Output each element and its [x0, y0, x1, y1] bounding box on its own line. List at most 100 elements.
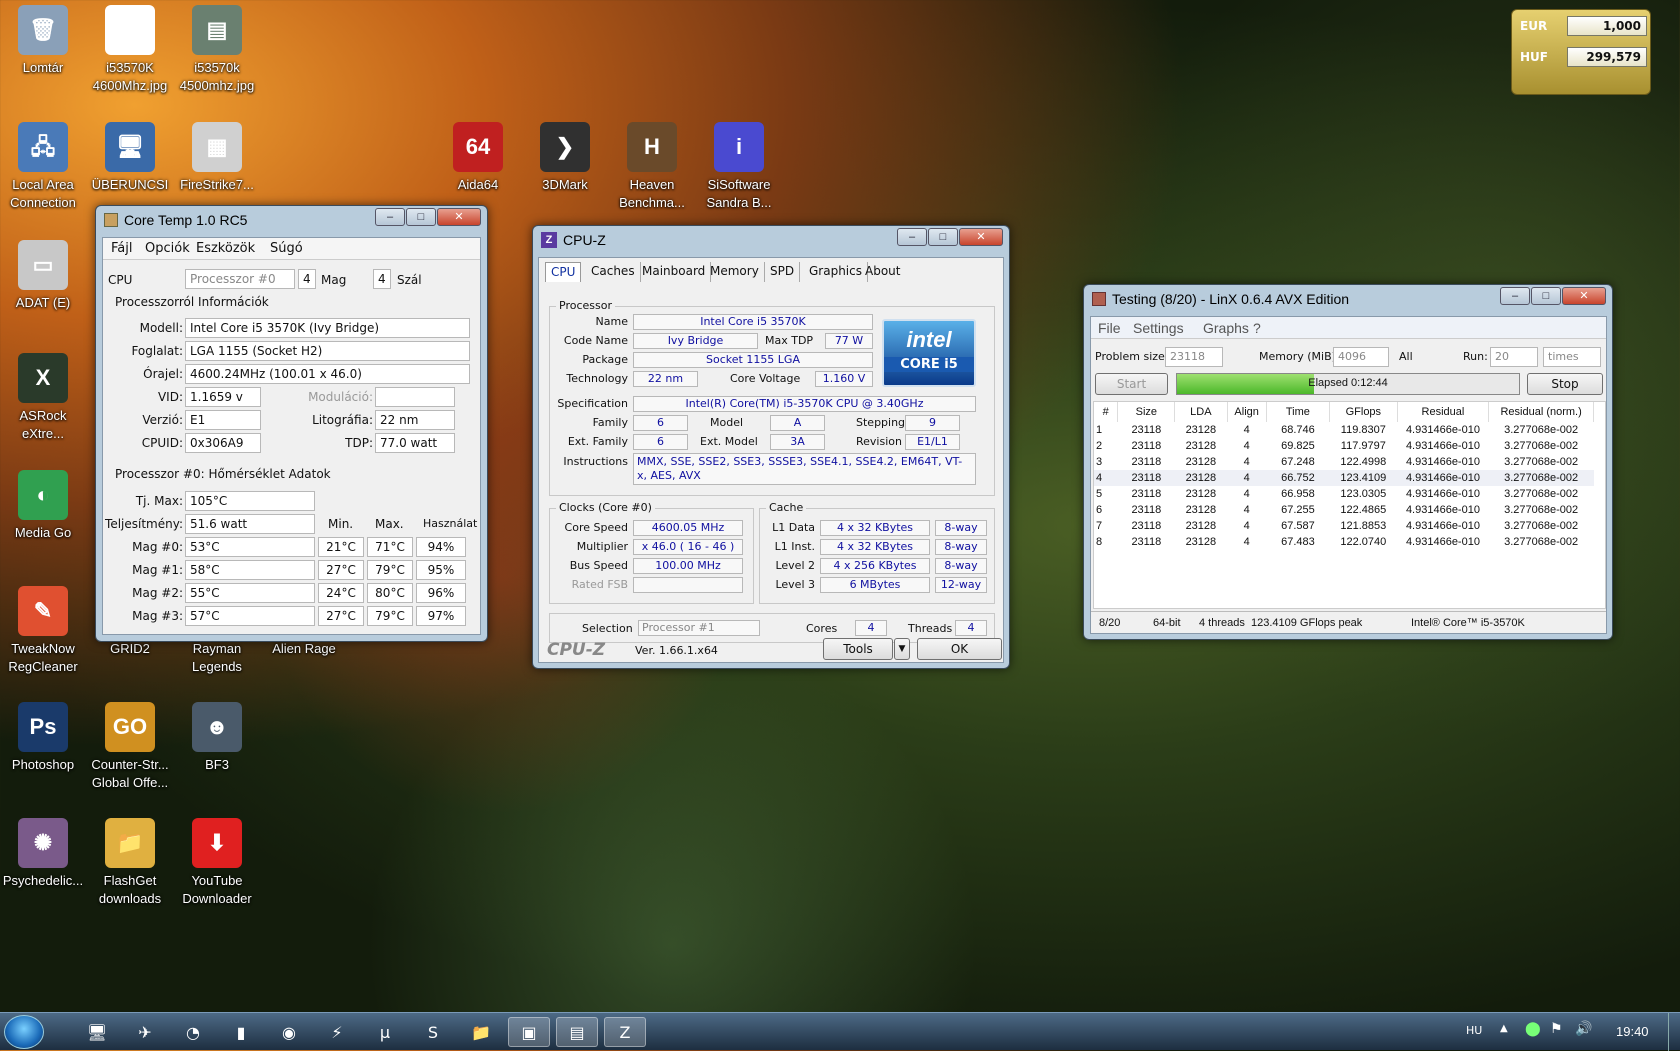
clock[interactable]: 19:40 — [1616, 1024, 1649, 1039]
column-header[interactable]: # — [1094, 402, 1119, 422]
processor-select[interactable]: Processzor #0 — [185, 269, 295, 289]
desktop-icon-label: Alien Rage — [272, 641, 336, 656]
maximize-button[interactable]: □ — [928, 228, 958, 246]
show-desktop-button[interactable] — [1668, 1013, 1680, 1051]
tab-cpu[interactable]: CPU — [545, 262, 582, 282]
coretemp-titlebar[interactable]: Core Temp 1.0 RC5 – □ ✕ — [96, 206, 487, 234]
column-header[interactable]: GFlops — [1329, 402, 1398, 422]
column-header[interactable]: Residual (norm.) — [1488, 402, 1594, 422]
column-header[interactable]: Align — [1227, 402, 1267, 422]
desktop-icon[interactable]: 🗑 Lomtár — [0, 5, 86, 77]
volume-tray-icon[interactable]: 🔊 — [1575, 1021, 1592, 1037]
table-row[interactable]: 2 23118 23128 4 69.825 117.9797 4.931466e-010 3… — [1094, 438, 1594, 454]
desktop-icon[interactable]: ▤ i53570k 4500mhz.jpg — [174, 5, 260, 95]
table-row[interactable]: 6 23118 23128 4 67.255 122.4865 4.931466e-010 3… — [1094, 502, 1594, 518]
start-button[interactable]: Start — [1095, 373, 1168, 395]
problem-size-input[interactable]: 23118 — [1165, 347, 1223, 367]
desktop-icon[interactable]: 🖧 Local Area Connection — [0, 122, 86, 212]
desktop-icon[interactable]: ▤ i53570K 4600Mhz.jpg — [87, 5, 173, 95]
desktop-icon[interactable]: Ps Photoshop — [0, 702, 86, 774]
explorer-icon[interactable]: 📁 — [460, 1017, 502, 1047]
desktop-icon[interactable]: ◐ Media Go — [0, 470, 86, 542]
linx-titlebar[interactable]: Testing (8/20) - LinX 0.6.4 AVX Edition … — [1084, 285, 1612, 313]
desktop-icon[interactable]: ▭ ADAT (E) — [0, 240, 86, 312]
chrome-icon[interactable]: ◉ — [268, 1017, 310, 1047]
desktop-icon[interactable]: 64 Aida64 — [435, 122, 521, 194]
computer-icon[interactable]: 🖥 — [76, 1017, 118, 1047]
huf-label[interactable]: HUF — [1520, 50, 1548, 64]
column-header[interactable]: Residual — [1397, 402, 1490, 422]
eur-label[interactable]: EUR — [1520, 19, 1547, 33]
tab-spd[interactable]: SPD — [765, 262, 801, 282]
menu-options[interactable]: Opciók — [145, 241, 190, 256]
maximize-button[interactable]: □ — [406, 208, 436, 226]
ok-button[interactable]: OK — [917, 638, 1002, 660]
menu-graphs[interactable]: Graphs — [1203, 320, 1249, 336]
menu-tools[interactable]: Eszközök — [196, 241, 255, 256]
column-header[interactable]: Time — [1266, 402, 1331, 422]
table-row[interactable]: 1 23118 23128 4 68.746 119.8307 4.931466e-010 3… — [1094, 422, 1594, 438]
minimize-button[interactable]: – — [375, 208, 405, 226]
coretemp-icon[interactable]: ▣ — [508, 1017, 550, 1047]
minimize-button[interactable]: – — [897, 228, 927, 246]
close-button[interactable]: ✕ — [437, 208, 481, 226]
tools-dropdown-arrow[interactable]: ▼ — [894, 638, 910, 660]
column-header[interactable]: LDA — [1174, 402, 1228, 422]
column-header[interactable]: Size — [1117, 402, 1176, 422]
selection-dropdown[interactable]: Processor #1 — [638, 620, 760, 636]
desktop-icon[interactable]: 🖥 ÜBERUNCSI — [87, 122, 173, 194]
network-tray-icon[interactable]: ⬤ — [1525, 1021, 1541, 1037]
desktop-icon[interactable]: ✺ Psychedelic... — [0, 818, 86, 890]
table-row[interactable]: 7 23118 23128 4 67.587 121.8853 4.931466e-010 3… — [1094, 518, 1594, 534]
winamp-icon[interactable]: ⚡ — [316, 1017, 358, 1047]
language-indicator[interactable]: HU — [1466, 1024, 1482, 1037]
table-row[interactable]: 3 23118 23128 4 67.248 122.4998 4.931466e-010 3… — [1094, 454, 1594, 470]
tab-memory[interactable]: Memory — [705, 262, 765, 282]
orange-icon[interactable]: ▮ — [220, 1017, 262, 1047]
desktop-icon[interactable]: ▦ FireStrike7... — [174, 122, 260, 194]
desktop-icon[interactable]: H Heaven Benchma... — [609, 122, 695, 212]
table-row[interactable]: 8 23118 23128 4 67.483 122.0740 4.931466e-010 3… — [1094, 534, 1594, 550]
desktop-icon[interactable]: ❯ 3DMark — [522, 122, 608, 194]
menu-help[interactable]: Súgó — [270, 241, 303, 256]
linx-icon[interactable]: ▤ — [556, 1017, 598, 1047]
tab-caches[interactable]: Caches — [586, 262, 641, 282]
desktop-icon[interactable]: ☻ BF3 — [174, 702, 260, 774]
menu-file[interactable]: File — [1098, 320, 1121, 336]
desktop-icon[interactable]: X ASRock eXtre... — [0, 353, 86, 443]
stop-button[interactable]: Stop — [1527, 373, 1603, 395]
utorrent-icon[interactable]: µ — [364, 1017, 406, 1047]
vid-value: 1.1659 v — [185, 387, 261, 407]
close-button[interactable]: ✕ — [1562, 287, 1606, 305]
tray-arrow-icon[interactable]: ▲ — [1500, 1023, 1508, 1034]
minimize-button[interactable]: – — [1500, 287, 1530, 305]
tab-about[interactable]: About — [860, 262, 905, 282]
run-unit-select[interactable]: times — [1543, 347, 1601, 367]
desktop-icon[interactable]: 📁 FlashGet downloads — [87, 818, 173, 908]
memory-input[interactable]: 4096 — [1333, 347, 1389, 367]
cpuz-titlebar[interactable]: Z CPU-Z – □ ✕ — [533, 226, 1009, 254]
skype-icon[interactable]: S — [412, 1017, 454, 1047]
desktop-icon[interactable]: ⬇ YouTube Downloader — [174, 818, 260, 908]
menu-file[interactable]: Fájl — [111, 241, 132, 256]
menu-settings[interactable]: Settings — [1133, 320, 1184, 336]
desktop-icon[interactable]: GO Counter-Str... Global Offe... — [87, 702, 173, 792]
tab-mainboard[interactable]: Mainboard — [637, 262, 712, 282]
start-button[interactable] — [4, 1015, 44, 1049]
tools-button[interactable]: Tools — [823, 638, 893, 660]
cpuz-icon[interactable]: Z — [604, 1017, 646, 1047]
desktop-icon[interactable]: i SiSoftware Sandra B... — [696, 122, 782, 212]
tab-graphics[interactable]: Graphics — [804, 262, 868, 282]
menu-help[interactable]: ? — [1253, 320, 1261, 336]
table-row[interactable]: 4 23118 23128 4 66.752 123.4109 4.931466e-010 3… — [1094, 470, 1594, 486]
avast-icon[interactable]: ◔ — [172, 1017, 214, 1047]
all-label[interactable]: All — [1399, 350, 1413, 363]
run-count-input[interactable]: 20 — [1490, 347, 1538, 367]
maximize-button[interactable]: □ — [1531, 287, 1561, 305]
currency-gadget[interactable]: EUR 1,000 HUF 299,579 — [1511, 9, 1651, 95]
desktop-icon[interactable]: ✎ TweakNow RegCleaner — [0, 586, 86, 676]
aida-icon[interactable]: ✈ — [124, 1017, 166, 1047]
flag-tray-icon[interactable]: ⚑ — [1550, 1021, 1563, 1037]
table-row[interactable]: 5 23118 23128 4 66.958 123.0305 4.931466e-010 3… — [1094, 486, 1594, 502]
close-button[interactable]: ✕ — [959, 228, 1003, 246]
